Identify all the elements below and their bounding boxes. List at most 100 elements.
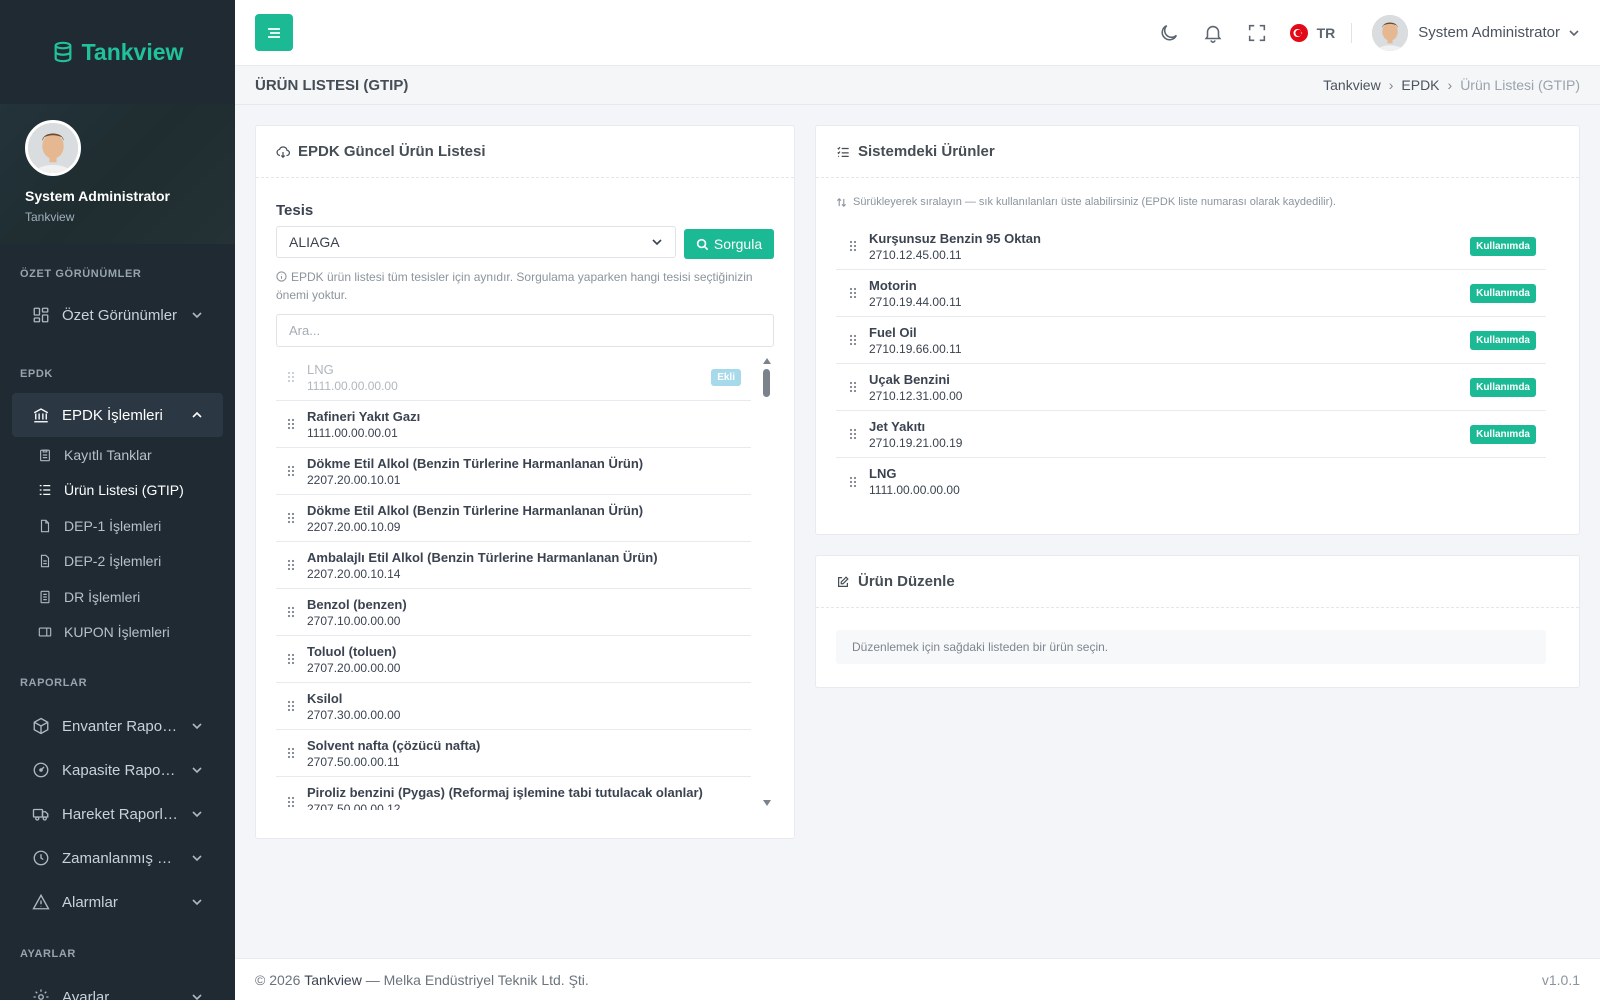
list-item[interactable]: Piroliz benzini (Pygas) (Reformaj işlemi… (276, 777, 751, 810)
moon-icon[interactable] (1158, 22, 1180, 44)
facility-select[interactable]: ALIAGA (276, 226, 676, 258)
drag-handle-icon[interactable] (848, 427, 858, 441)
card-title: Sistemdeki Ürünler (858, 143, 995, 160)
system-product-list[interactable]: Kurşunsuz Benzin 95 Oktan 2710.12.45.00.1… (836, 223, 1546, 505)
scrollbar[interactable] (760, 354, 774, 810)
sidebar-group-label: Ayarlar (62, 988, 110, 1000)
list-item[interactable]: Fuel Oil 2710.19.66.00.11 Kullanımda (836, 317, 1546, 364)
sidebar-item-dr[interactable]: DR İşlemleri (0, 579, 235, 615)
sidebar-group-summary[interactable]: Özet Görünümler (12, 293, 223, 337)
drag-handle-icon[interactable] (286, 699, 296, 713)
sidebar-group-alarms[interactable]: Alarmlar (12, 880, 223, 924)
avatar[interactable] (1372, 14, 1409, 51)
product-name: Solvent nafta (çözücü nafta) (307, 737, 481, 753)
sidebar-item-product-list[interactable]: Ürün Listesi (GTIP) (0, 473, 235, 509)
card-title: EPDK Güncel Ürün Listesi (298, 143, 486, 160)
list-item[interactable]: LNG 1111.00.00.00.00 (836, 458, 1546, 505)
drag-handle-icon[interactable] (286, 417, 296, 431)
drag-handle-icon[interactable] (286, 605, 296, 619)
scrollbar-thumb[interactable] (763, 369, 770, 397)
sidebar-item-label: Ürün Listesi (GTIP) (64, 482, 184, 499)
product-code: 2710.19.44.00.11 (869, 294, 962, 309)
list-item[interactable]: Solvent nafta (çözücü nafta) 2707.50.00.0… (276, 730, 751, 777)
list-item[interactable]: Benzol (benzen) 2707.10.00.00.00 (276, 589, 751, 636)
breadcrumb-item-epdk[interactable]: EPDK (1401, 77, 1439, 93)
query-button[interactable]: Sorgula (684, 229, 774, 259)
brand-name: Tankview (81, 38, 184, 65)
sidebar: Tankview System Administrator Tankview Ö… (0, 0, 235, 1000)
drag-handle-icon[interactable] (286, 464, 296, 478)
drag-handle-icon[interactable] (286, 511, 296, 525)
product-name: Ksilol (307, 690, 343, 706)
list-item[interactable]: Uçak Benzini 2710.12.31.00.00 Kullanımda (836, 364, 1546, 411)
sidebar-group-settings[interactable]: Ayarlar (12, 975, 223, 1000)
brand-logo[interactable]: Tankview (0, 0, 235, 104)
user-menu-name[interactable]: System Administrator (1418, 24, 1560, 41)
list-item[interactable]: Dökme Etil Alkol (Benzin Türlerine Harma… (276, 495, 751, 542)
list-item[interactable]: LNG 1111.00.00.00.00 Ekli (276, 354, 751, 401)
list-item[interactable]: Dökme Etil Alkol (Benzin Türlerine Harma… (276, 448, 751, 495)
drag-handle-icon[interactable] (848, 380, 858, 394)
chevron-down-icon (192, 899, 202, 906)
product-edit-card: Ürün Düzenle Düzenlemek için sağdaki lis… (815, 555, 1580, 688)
sidebar-group-label: EPDK İşlemleri (62, 406, 163, 424)
list-item[interactable]: Ksilol 2707.30.00.00.00 (276, 683, 751, 730)
epdk-product-list[interactable]: LNG 1111.00.00.00.00 Ekli Rafineri Yakıt … (276, 354, 774, 810)
sidebar-group-label: Alarmlar (62, 893, 118, 911)
list-item[interactable]: Motorin 2710.19.44.00.11 Kullanımda (836, 270, 1546, 317)
bank-icon (33, 408, 49, 423)
product-code: 2710.19.21.00.19 (869, 435, 963, 450)
drag-handle-icon[interactable] (286, 370, 296, 384)
drag-handle-icon[interactable] (286, 795, 296, 809)
sidebar-item-dep1[interactable]: DEP-1 İşlemleri (0, 508, 235, 544)
sort-hint-text: Sürükleyerek sıralayın — sık kullanılanl… (853, 196, 1336, 208)
language-selector[interactable]: TR (1317, 25, 1336, 41)
drag-handle-icon[interactable] (848, 239, 858, 253)
warning-icon (32, 893, 50, 910)
avatar[interactable] (25, 120, 81, 176)
product-code: 2710.12.31.00.00 (869, 388, 963, 403)
sidebar-item-label: Kayıtlı Tanklar (64, 446, 152, 463)
bell-icon[interactable] (1202, 22, 1224, 44)
scroll-down-icon[interactable] (763, 800, 771, 806)
list-item[interactable]: Toluol (toluen) 2707.20.00.00.00 (276, 636, 751, 683)
product-name: Ambalajlı Etil Alkol (Benzin Türlerine H… (307, 549, 658, 565)
turkey-flag-icon[interactable] (1289, 23, 1308, 42)
sidebar-item-label: KUPON İşlemleri (64, 624, 170, 641)
drag-handle-icon[interactable] (286, 558, 296, 572)
sidebar-item-dep2[interactable]: DEP-2 İşlemleri (0, 544, 235, 580)
drag-handle-icon[interactable] (848, 286, 858, 300)
fullscreen-icon[interactable] (1246, 22, 1268, 44)
chevron-down-icon (192, 811, 202, 818)
breadcrumb-item-home[interactable]: Tankview (1323, 77, 1381, 93)
product-code: 2707.30.00.00.00 (307, 707, 401, 722)
list-item[interactable]: Rafineri Yakıt Gazı 1111.00.00.00.01 (276, 401, 751, 448)
scroll-up-icon[interactable] (763, 358, 771, 364)
product-code: 2207.20.00.10.09 (307, 519, 401, 534)
list-item[interactable]: Kurşunsuz Benzin 95 Oktan 2710.12.45.00.1… (836, 223, 1546, 270)
list-item[interactable]: Ambalajlı Etil Alkol (Benzin Türlerine H… (276, 542, 751, 589)
sidebar-group-epdk[interactable]: EPDK İşlemleri (12, 393, 223, 437)
drag-handle-icon[interactable] (848, 475, 858, 489)
sidebar-group-inventory[interactable]: Envanter Raporları (12, 704, 223, 748)
chevron-down-icon[interactable] (1568, 27, 1580, 39)
dashboard-icon (33, 307, 49, 323)
sidebar-item-registered-tanks[interactable]: Kayıtlı Tanklar (0, 437, 235, 473)
box-icon (33, 717, 49, 735)
drag-handle-icon[interactable] (286, 652, 296, 666)
avatar-image (1372, 14, 1409, 51)
sidebar-group-movement[interactable]: Hareket Raporları (12, 792, 223, 836)
product-name: Toluol (toluen) (307, 643, 397, 659)
chevron-down-icon (192, 312, 202, 319)
list-item[interactable]: Jet Yakıtı 2710.19.21.00.19 Kullanımda (836, 411, 1546, 458)
card-header: Ürün Düzenle (816, 556, 1579, 608)
sidebar-item-coupon[interactable]: KUPON İşlemleri (0, 615, 235, 651)
menu-toggle-button[interactable] (255, 14, 293, 51)
sidebar-group-capacity[interactable]: Kapasite Raporları (12, 748, 223, 792)
search-input[interactable] (276, 314, 774, 347)
sidebar-group-scheduled[interactable]: Zamanlanmış Raporlar (12, 836, 223, 880)
empty-state: Düzenlemek için sağdaki listeden bir ürü… (836, 630, 1546, 664)
drag-handle-icon[interactable] (286, 746, 296, 760)
footer-brand-link[interactable]: Tankview (304, 972, 362, 988)
drag-handle-icon[interactable] (848, 333, 858, 347)
